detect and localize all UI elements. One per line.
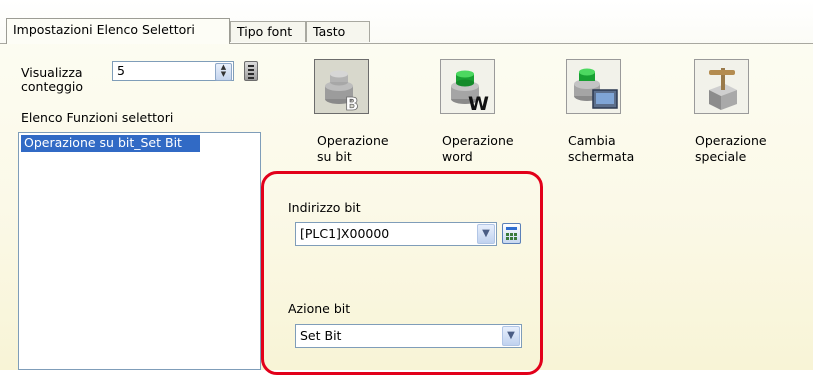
bit-action-label: Azione bit — [288, 301, 351, 316]
special-operation-label-line1: Operazione — [695, 133, 767, 148]
change-screen-button[interactable] — [566, 59, 621, 114]
bit-operation-label-line2: su bit — [317, 149, 352, 164]
word-operation-label-line2: word — [442, 149, 473, 164]
bit-operation-label-line1: Operazione — [317, 133, 389, 148]
bit-address-value: [PLC1]X00000 — [300, 226, 390, 241]
special-operation-button[interactable] — [694, 59, 749, 114]
display-count-value: 5 — [117, 63, 125, 78]
word-operation-label-line1: Operazione — [442, 133, 514, 148]
bit-operation-button[interactable]: B — [314, 59, 369, 115]
display-count-label-line2: conteggio — [21, 79, 84, 94]
word-operation-icon: W — [451, 70, 489, 115]
word-operation-button[interactable]: W — [440, 59, 495, 115]
function-listbox[interactable]: Operazione su bit_Set Bit — [18, 132, 261, 370]
bit-action-select[interactable]: Set Bit ▼ — [295, 324, 522, 348]
change-screen-label-line2: schermata — [568, 149, 635, 164]
bit-operation-icon: B — [325, 70, 359, 115]
address-input-keypad-icon[interactable] — [502, 223, 521, 244]
bit-action-value: Set Bit — [300, 328, 342, 343]
bit-address-label: Indirizzo bit — [288, 200, 361, 215]
special-operation-label-line2: speciale — [695, 149, 747, 164]
chevron-down-icon[interactable]: ▼ — [502, 326, 520, 346]
tab-selector-list-settings[interactable]: Impostazioni Elenco Selettori — [6, 18, 230, 44]
svg-text:W: W — [468, 93, 489, 113]
calculator-icon[interactable] — [244, 61, 258, 81]
bit-address-select[interactable]: [PLC1]X00000 ▼ — [295, 222, 497, 246]
special-operation-icon — [709, 68, 737, 110]
change-screen-icon — [574, 68, 618, 109]
function-list-title: Elenco Funzioni selettori — [21, 110, 174, 125]
display-count-spinner[interactable]: ▲ ▼ — [215, 63, 232, 81]
chevron-down-icon[interactable]: ▼ — [477, 224, 495, 244]
change-screen-label-line1: Cambia — [568, 133, 616, 148]
display-count-label-line1: Visualizza — [21, 65, 83, 80]
svg-text:B: B — [345, 94, 359, 113]
display-count-input[interactable]: 5 ▲ ▼ — [112, 61, 234, 81]
tab-key[interactable]: Tasto — [306, 21, 370, 42]
tab-font-type[interactable]: Tipo font — [230, 21, 306, 42]
list-item[interactable]: Operazione su bit_Set Bit — [21, 135, 200, 152]
